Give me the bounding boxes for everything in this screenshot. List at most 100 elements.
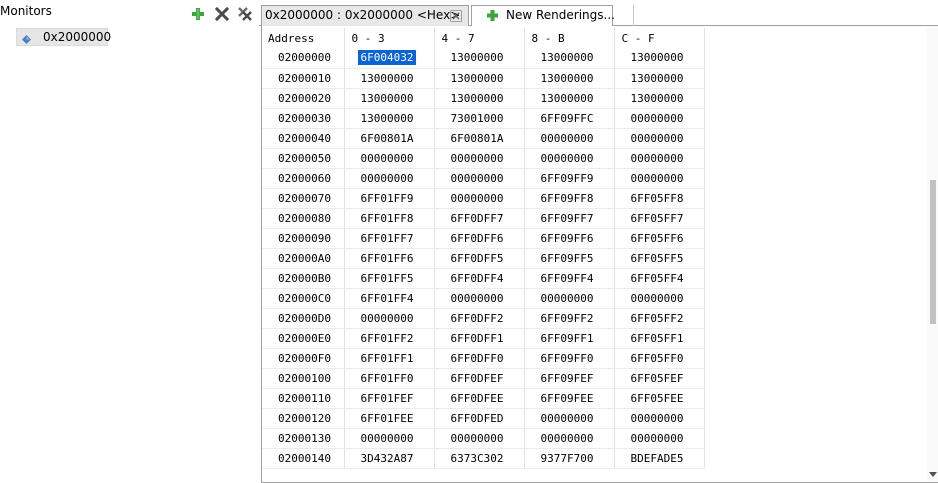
hex-memory-view[interactable]: Address 0 - 3 4 - 7 8 - B C - F 02000000… bbox=[261, 26, 938, 483]
hex-value-cell-8-b[interactable]: 13000000 bbox=[524, 68, 615, 89]
hex-value-cell-c-f[interactable]: 00000000 bbox=[614, 288, 705, 309]
column-header-address[interactable]: Address bbox=[262, 28, 345, 48]
hex-value-cell-8-b[interactable]: 6FF09FEE bbox=[524, 388, 615, 409]
hex-value-cell-c-f[interactable]: 13000000 bbox=[614, 48, 705, 69]
hex-value-cell-0-3[interactable]: 13000000 bbox=[344, 68, 435, 89]
scroll-down-arrow-icon[interactable] bbox=[929, 467, 937, 477]
hex-value-cell-8-b[interactable]: 6FF09FF8 bbox=[524, 188, 615, 209]
hex-value-cell-c-f[interactable]: 6FF05FF2 bbox=[614, 308, 705, 329]
hex-value-cell-4-7[interactable]: 6FF0DFF0 bbox=[434, 348, 525, 369]
hex-value-cell-c-f[interactable]: 6FF05FF8 bbox=[614, 188, 705, 209]
hex-value-cell-0-3[interactable]: 13000000 bbox=[344, 108, 435, 129]
hex-value-cell-0-3[interactable]: 6FF01FF8 bbox=[344, 208, 435, 229]
hex-value-cell-4-7[interactable]: 73001000 bbox=[434, 108, 525, 129]
hex-value-cell-c-f[interactable]: 00000000 bbox=[614, 108, 705, 129]
hex-value-cell-4-7[interactable]: 6FF0DFF2 bbox=[434, 308, 525, 329]
hex-value-cell-c-f[interactable]: 13000000 bbox=[614, 88, 705, 109]
hex-value-cell-4-7[interactable]: 6FF0DFEE bbox=[434, 388, 525, 409]
hex-value-cell-0-3[interactable]: 00000000 bbox=[344, 308, 435, 329]
hex-value-cell-4-7[interactable]: 13000000 bbox=[434, 68, 525, 89]
hex-value-cell-8-b[interactable]: 00000000 bbox=[524, 408, 615, 429]
hex-value-cell-8-b[interactable]: 6FF09FFC bbox=[524, 108, 615, 129]
remove-all-monitors-icon[interactable] bbox=[237, 6, 253, 22]
vertical-scrollbar[interactable] bbox=[926, 26, 938, 481]
hex-value-cell-4-7[interactable]: 00000000 bbox=[434, 168, 525, 189]
hex-value-cell-4-7[interactable]: 6FF0DFF4 bbox=[434, 268, 525, 289]
hex-value-cell-0-3[interactable]: 00000000 bbox=[344, 168, 435, 189]
hex-value-cell-c-f[interactable]: 6FF05FF7 bbox=[614, 208, 705, 229]
hex-value-cell-c-f[interactable]: 6FF05FEE bbox=[614, 388, 705, 409]
hex-value-cell-0-3[interactable]: 6FF01FF1 bbox=[344, 348, 435, 369]
hex-value-cell-4-7[interactable]: 6FF0DFED bbox=[434, 408, 525, 429]
hex-value-cell-8-b[interactable]: 6FF09FF9 bbox=[524, 168, 615, 189]
hex-value-cell-c-f[interactable]: 6FF05FF5 bbox=[614, 248, 705, 269]
hex-value-cell-c-f[interactable]: 00000000 bbox=[614, 408, 705, 429]
hex-value-cell-c-f[interactable]: 6FF05FEF bbox=[614, 368, 705, 389]
hex-value-cell-0-3[interactable]: 6FF01FEF bbox=[344, 388, 435, 409]
hex-value-cell-0-3[interactable]: 00000000 bbox=[344, 148, 435, 169]
hex-value-cell-8-b[interactable]: 9377F700 bbox=[524, 448, 615, 469]
hex-value-cell-4-7[interactable]: 13000000 bbox=[434, 48, 525, 69]
hex-value-cell-0-3[interactable]: 13000000 bbox=[344, 88, 435, 109]
hex-value-cell-c-f[interactable]: 00000000 bbox=[614, 428, 705, 449]
hex-value-cell-4-7[interactable]: 00000000 bbox=[434, 428, 525, 449]
hex-value-cell-0-3[interactable]: 6FF01FF0 bbox=[344, 368, 435, 389]
hex-value-cell-8-b[interactable]: 13000000 bbox=[524, 88, 615, 109]
hex-value-cell-4-7[interactable]: 00000000 bbox=[434, 188, 525, 209]
hex-value-cell-0-3[interactable]: 6F004032 bbox=[344, 48, 435, 69]
hex-value-cell-8-b[interactable]: 6FF09FF2 bbox=[524, 308, 615, 329]
hex-value-cell-8-b[interactable]: 00000000 bbox=[524, 128, 615, 149]
scrollbar-thumb[interactable] bbox=[930, 180, 936, 324]
hex-value-cell-8-b[interactable]: 00000000 bbox=[524, 428, 615, 449]
monitor-item-0x2000000[interactable]: 0x2000000 bbox=[16, 28, 111, 46]
hex-value-cell-8-b[interactable]: 6FF09FF0 bbox=[524, 348, 615, 369]
hex-value-cell-8-b[interactable]: 6FF09FF7 bbox=[524, 208, 615, 229]
hex-value-cell-4-7[interactable]: 6F00801A bbox=[434, 128, 525, 149]
tab-new-renderings[interactable]: New Renderings... bbox=[471, 5, 615, 26]
add-monitor-icon[interactable] bbox=[190, 6, 206, 22]
hex-value-cell-0-3[interactable]: 6FF01FF9 bbox=[344, 188, 435, 209]
hex-value-cell-8-b[interactable]: 6FF09FF6 bbox=[524, 228, 615, 249]
hex-value-cell-4-7[interactable]: 6FF0DFEF bbox=[434, 368, 525, 389]
hex-value-cell-4-7[interactable]: 6373C302 bbox=[434, 448, 525, 469]
hex-value-cell-c-f[interactable]: 00000000 bbox=[614, 168, 705, 189]
hex-value-cell-8-b[interactable]: 6FF09FEF bbox=[524, 368, 615, 389]
hex-value-cell-c-f[interactable]: BDEFADE5 bbox=[614, 448, 705, 469]
close-icon[interactable] bbox=[450, 10, 462, 22]
column-header-8-b[interactable]: 8 - B bbox=[524, 28, 615, 48]
hex-value-cell-0-3[interactable]: 6FF01FF2 bbox=[344, 328, 435, 349]
hex-value-cell-0-3[interactable]: 3D432A87 bbox=[344, 448, 435, 469]
hex-value-cell-c-f[interactable]: 6FF05FF6 bbox=[614, 228, 705, 249]
hex-value-cell-0-3[interactable]: 6FF01FF7 bbox=[344, 228, 435, 249]
hex-value-cell-8-b[interactable]: 13000000 bbox=[524, 48, 615, 69]
hex-value-cell-0-3[interactable]: 6FF01FEE bbox=[344, 408, 435, 429]
remove-monitor-icon[interactable] bbox=[214, 6, 230, 22]
tab-hex-rendering[interactable]: 0x2000000 : 0x2000000 <Hex> bbox=[261, 5, 469, 26]
hex-value-cell-0-3[interactable]: 6FF01FF5 bbox=[344, 268, 435, 289]
hex-value-cell-4-7[interactable]: 6FF0DFF1 bbox=[434, 328, 525, 349]
hex-value-cell-c-f[interactable]: 6FF05FF4 bbox=[614, 268, 705, 289]
hex-value-cell-4-7[interactable]: 00000000 bbox=[434, 288, 525, 309]
hex-value-cell-c-f[interactable]: 6FF05FF0 bbox=[614, 348, 705, 369]
hex-value-cell-0-3[interactable]: 6F00801A bbox=[344, 128, 435, 149]
hex-value-cell-4-7[interactable]: 00000000 bbox=[434, 148, 525, 169]
column-header-0-3[interactable]: 0 - 3 bbox=[344, 28, 435, 48]
hex-value-cell-c-f[interactable]: 13000000 bbox=[614, 68, 705, 89]
hex-value-cell-0-3[interactable]: 6FF01FF6 bbox=[344, 248, 435, 269]
hex-value-cell-4-7[interactable]: 6FF0DFF5 bbox=[434, 248, 525, 269]
hex-value-cell-8-b[interactable]: 6FF09FF5 bbox=[524, 248, 615, 269]
column-header-c-f[interactable]: C - F bbox=[614, 28, 705, 48]
hex-value-cell-0-3[interactable]: 6FF01FF4 bbox=[344, 288, 435, 309]
hex-value-cell-8-b[interactable]: 00000000 bbox=[524, 148, 615, 169]
hex-value-cell-8-b[interactable]: 6FF09FF4 bbox=[524, 268, 615, 289]
hex-value-cell-c-f[interactable]: 6FF05FF1 bbox=[614, 328, 705, 349]
hex-value-cell-4-7[interactable]: 13000000 bbox=[434, 88, 525, 109]
hex-value-cell-0-3[interactable]: 00000000 bbox=[344, 428, 435, 449]
hex-value-cell-8-b[interactable]: 00000000 bbox=[524, 288, 615, 309]
hex-value-cell-4-7[interactable]: 6FF0DFF6 bbox=[434, 228, 525, 249]
hex-value-cell-8-b[interactable]: 6FF09FF1 bbox=[524, 328, 615, 349]
column-header-4-7[interactable]: 4 - 7 bbox=[434, 28, 525, 48]
hex-value-cell-c-f[interactable]: 00000000 bbox=[614, 148, 705, 169]
hex-value-cell-c-f[interactable]: 00000000 bbox=[614, 128, 705, 149]
hex-value-cell-4-7[interactable]: 6FF0DFF7 bbox=[434, 208, 525, 229]
